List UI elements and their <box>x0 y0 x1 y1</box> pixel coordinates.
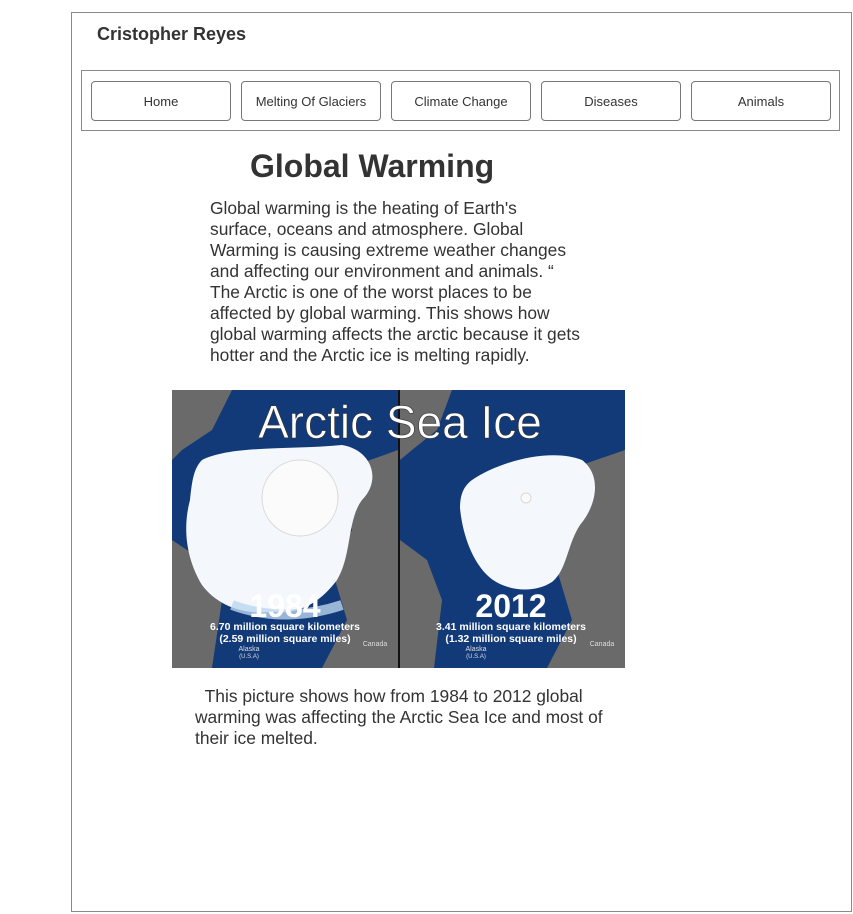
svg-text:Canada: Canada <box>590 641 615 648</box>
svg-text:(U.S.A): (U.S.A) <box>239 654 259 660</box>
year-2012: 2012 <box>475 588 546 624</box>
pole-hole-1984 <box>261 459 339 537</box>
page-title: Global Warming <box>250 148 495 184</box>
year-1984: 1984 <box>249 588 320 624</box>
arctic-sea-ice-image: 1984 6.70 million square kilometers (2.5… <box>172 390 625 668</box>
svg-text:Canada: Canada <box>363 641 388 648</box>
area-mi-1984: (2.59 million square miles) <box>219 633 350 645</box>
figure-caption: This picture shows how from 1984 to 2012… <box>195 686 635 749</box>
svg-text:Alaska: Alaska <box>465 646 486 653</box>
site-owner-name: Cristopher Reyes <box>97 24 247 44</box>
nav-button-home[interactable]: Home <box>91 81 231 121</box>
nav-button-diseases[interactable]: Diseases <box>541 81 681 121</box>
figure-caption-text: This picture shows how from 1984 to 2012… <box>195 686 603 748</box>
area-km-2012: 3.41 million square kilometers <box>436 621 586 633</box>
svg-text:Alaska: Alaska <box>238 646 259 653</box>
nav-button-animals[interactable]: Animals <box>691 81 831 121</box>
area-mi-2012: (1.32 million square miles) <box>445 633 576 645</box>
arctic-sea-ice-map: 1984 6.70 million square kilometers (2.5… <box>172 390 625 668</box>
svg-text:(U.S.A): (U.S.A) <box>466 654 486 660</box>
pole-hole-2012 <box>520 492 532 504</box>
area-km-1984: 6.70 million square kilometers <box>210 621 360 633</box>
nav-button-climate-change[interactable]: Climate Change <box>391 81 531 121</box>
figure-title: Arctic Sea Ice <box>258 396 542 448</box>
nav-button-melting-of-glaciers[interactable]: Melting Of Glaciers <box>241 81 381 121</box>
intro-paragraph: Global warming is the heating of Earth's… <box>210 198 580 365</box>
